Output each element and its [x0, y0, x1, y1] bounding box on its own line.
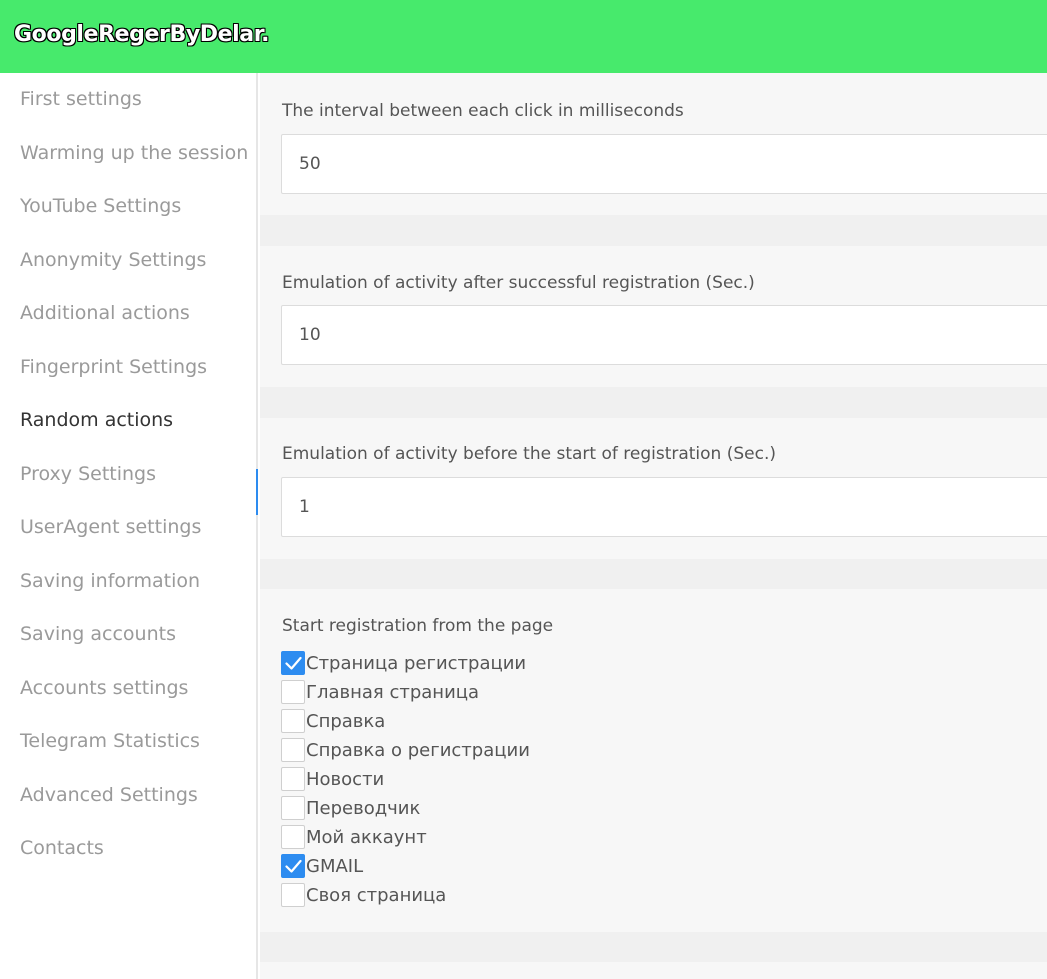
start-page-label: Start registration from the page	[282, 616, 554, 636]
start-page-option-home[interactable]: Главная страница	[281, 679, 479, 705]
checkbox[interactable]	[281, 651, 305, 675]
sidebar-item-additional-actions[interactable]: Additional actions	[20, 298, 190, 328]
after-registration-input[interactable]	[281, 305, 1047, 365]
click-interval-panel: The interval between each click in milli…	[260, 73, 1047, 215]
sidebar-item-saving-accounts[interactable]: Saving accounts	[20, 619, 176, 649]
start-page-option-news[interactable]: Новости	[281, 766, 384, 792]
start-page-option-custom[interactable]: Своя страница	[281, 882, 446, 908]
checkmark-icon	[285, 859, 302, 873]
start-page-option-registration[interactable]: Страница регистрации	[281, 650, 526, 676]
before-registration-panel: Emulation of activity before the start o…	[260, 418, 1047, 559]
start-page-option-gmail[interactable]: GMAIL	[281, 853, 363, 879]
start-page-panel: Start registration from the page Страниц…	[260, 589, 1047, 932]
sidebar-item-useragent[interactable]: UserAgent settings	[20, 512, 201, 542]
settings-content: The interval between each click in milli…	[260, 73, 1047, 979]
active-item-indicator	[256, 469, 258, 515]
sidebar-item-saving-information[interactable]: Saving information	[20, 566, 200, 596]
checkbox[interactable]	[281, 825, 305, 849]
sidebar-item-contacts[interactable]: Contacts	[20, 833, 104, 863]
start-page-option-my-account[interactable]: Мой аккаунт	[281, 824, 427, 850]
before-registration-label: Emulation of activity before the start o…	[282, 444, 776, 464]
after-registration-panel: Emulation of activity after successful r…	[260, 246, 1047, 387]
checkbox[interactable]	[281, 680, 305, 704]
start-page-option-registration-help[interactable]: Справка о регистрации	[281, 737, 530, 763]
sidebar-item-anonymity[interactable]: Anonymity Settings	[20, 245, 206, 275]
checkbox-label: Переводчик	[306, 797, 421, 819]
sidebar-item-youtube[interactable]: YouTube Settings	[20, 191, 181, 221]
sidebar-item-accounts-settings[interactable]: Accounts settings	[20, 673, 188, 703]
next-panel	[260, 962, 1047, 979]
checkbox-label: Справка	[306, 710, 386, 732]
app-header: GoogleRegerByDelar.	[0, 0, 1047, 73]
sidebar-item-advanced-settings[interactable]: Advanced Settings	[20, 780, 198, 810]
sidebar-item-first-settings[interactable]: First settings	[20, 84, 142, 114]
checkbox-label: GMAIL	[306, 855, 364, 877]
checkbox[interactable]	[281, 854, 305, 878]
checkbox-label: Страница регистрации	[306, 652, 527, 674]
checkbox-label: Мой аккаунт	[306, 826, 427, 848]
checkbox[interactable]	[281, 738, 305, 762]
sidebar-item-fingerprint[interactable]: Fingerprint Settings	[20, 352, 207, 382]
app-title: GoogleRegerByDelar.	[14, 22, 270, 47]
sidebar-item-warming-up[interactable]: Warming up the session	[20, 138, 248, 168]
checkbox-label: Своя страница	[306, 884, 447, 906]
checkbox[interactable]	[281, 883, 305, 907]
checkmark-icon	[285, 656, 302, 670]
checkbox[interactable]	[281, 767, 305, 791]
checkbox[interactable]	[281, 796, 305, 820]
after-registration-label: Emulation of activity after successful r…	[282, 273, 755, 293]
before-registration-input[interactable]	[281, 477, 1047, 537]
sidebar-item-proxy[interactable]: Proxy Settings	[20, 459, 156, 489]
checkbox-label: Новости	[306, 768, 385, 790]
checkbox[interactable]	[281, 709, 305, 733]
checkbox-label: Справка о регистрации	[306, 739, 530, 761]
start-page-option-help[interactable]: Справка	[281, 708, 385, 734]
checkbox-label: Главная страница	[306, 681, 480, 703]
click-interval-label: The interval between each click in milli…	[282, 101, 684, 121]
sidebar-item-random-actions[interactable]: Random actions	[20, 405, 173, 435]
sidebar-item-telegram-statistics[interactable]: Telegram Statistics	[20, 726, 200, 756]
sidebar-nav: First settings Warming up the session Yo…	[0, 73, 258, 979]
start-page-option-translator[interactable]: Переводчик	[281, 795, 420, 821]
click-interval-input[interactable]	[281, 134, 1047, 194]
